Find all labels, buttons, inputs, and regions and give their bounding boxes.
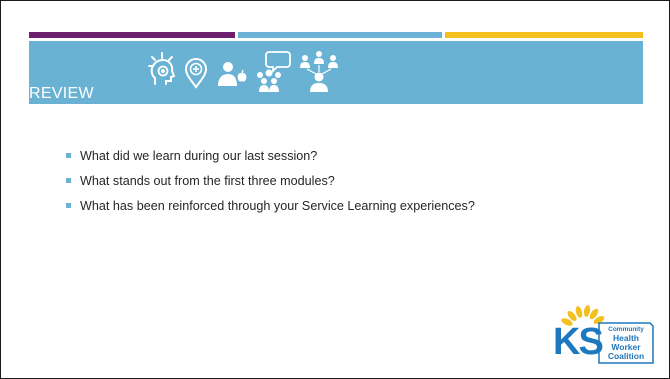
kschw-coalition-logo: KS Community Health Worker Coalition bbox=[552, 305, 658, 369]
group-chat-icon bbox=[257, 51, 291, 92]
head-lightbulb-icon bbox=[148, 52, 176, 85]
gold-stripe bbox=[445, 32, 643, 38]
logo-wordmark: Community Health Worker Coalition bbox=[601, 325, 651, 361]
bullet-item: What did we learn during our last sessio… bbox=[66, 148, 475, 173]
logo-line-coalition: Coalition bbox=[607, 351, 645, 361]
bullet-text: What has been reinforced through your Se… bbox=[80, 199, 475, 213]
logo-ks-letters: KS bbox=[553, 321, 604, 363]
purple-stripe bbox=[29, 32, 235, 38]
square-bullet-icon bbox=[66, 178, 71, 183]
blue-stripe bbox=[238, 32, 442, 38]
title-banner: REVIEW bbox=[29, 41, 643, 104]
team-network-icon bbox=[300, 51, 338, 92]
slide: REVIEW What did we learn during our last… bbox=[0, 0, 670, 379]
location-pin-plus-icon bbox=[184, 58, 208, 89]
square-bullet-icon bbox=[66, 153, 71, 158]
bullet-item: What stands out from the first three mod… bbox=[66, 173, 475, 198]
bullet-text: What did we learn during our last sessio… bbox=[80, 149, 318, 163]
bullet-list: What did we learn during our last sessio… bbox=[66, 148, 475, 223]
bullet-item: What has been reinforced through your Se… bbox=[66, 198, 475, 223]
bullet-text: What stands out from the first three mod… bbox=[80, 174, 335, 188]
slide-title: REVIEW bbox=[29, 85, 94, 102]
person-apple-icon bbox=[218, 62, 247, 86]
square-bullet-icon bbox=[66, 203, 71, 208]
